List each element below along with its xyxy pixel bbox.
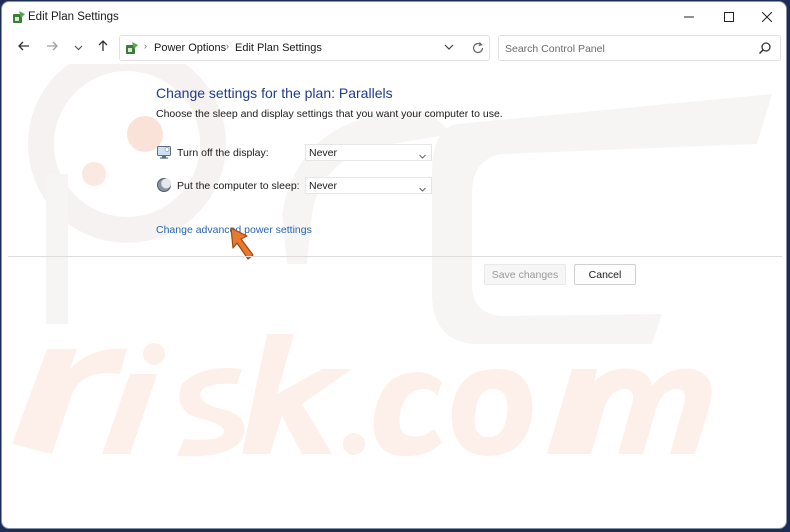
edit-plan-settings-window: Edit Plan Settings › Power Options › Edi… (1, 1, 787, 529)
arrow-right-icon (46, 39, 58, 57)
search-icon[interactable] (758, 41, 772, 55)
address-bar[interactable]: › Power Options › Edit Plan Settings (119, 35, 490, 61)
display-timeout-value: Never (309, 147, 338, 159)
chevron-right-icon: › (226, 41, 229, 51)
search-box[interactable] (498, 35, 781, 61)
sleep-timeout-label: Put the computer to sleep: (177, 180, 300, 192)
display-timeout-label: Turn off the display: (177, 147, 269, 159)
page-heading: Change settings for the plan: Parallels (156, 85, 393, 101)
chevron-down-icon (418, 148, 427, 159)
sleep-timeout-select[interactable]: Never (305, 177, 432, 194)
chevron-right-icon: › (144, 41, 147, 51)
display-timeout-select[interactable]: Never (305, 144, 432, 161)
page-description: Choose the sleep and display settings th… (156, 108, 503, 120)
refresh-icon[interactable] (470, 40, 486, 56)
forward-button[interactable] (40, 32, 64, 64)
power-options-icon (12, 10, 26, 24)
navigation-bar: › Power Options › Edit Plan Settings (2, 32, 786, 64)
control-panel-icon (125, 41, 139, 55)
moon-icon (156, 177, 172, 193)
address-dropdown-icon[interactable] (442, 40, 456, 54)
arrow-left-icon (18, 39, 30, 57)
sleep-timeout-value: Never (309, 180, 338, 192)
plan-settings-panel: Change settings for the plan: Parallels … (2, 64, 786, 528)
divider (8, 256, 782, 257)
monitor-icon (156, 144, 172, 160)
breadcrumb-edit-plan-settings[interactable]: Edit Plan Settings (235, 42, 322, 54)
window-title: Edit Plan Settings (28, 11, 119, 23)
close-button[interactable] (744, 2, 786, 32)
cancel-button[interactable]: Cancel (574, 264, 636, 285)
title-bar: Edit Plan Settings (2, 2, 786, 32)
save-changes-button[interactable]: Save changes (484, 264, 566, 285)
back-button[interactable] (12, 32, 36, 64)
recent-locations-button[interactable] (66, 32, 90, 64)
up-button[interactable] (91, 32, 115, 64)
search-input[interactable] (503, 39, 747, 59)
breadcrumb-power-options[interactable]: Power Options (154, 42, 226, 54)
arrow-up-icon (97, 39, 109, 57)
watermark (12, 64, 772, 457)
chevron-down-icon (418, 181, 427, 192)
chevron-down-icon (74, 39, 83, 57)
